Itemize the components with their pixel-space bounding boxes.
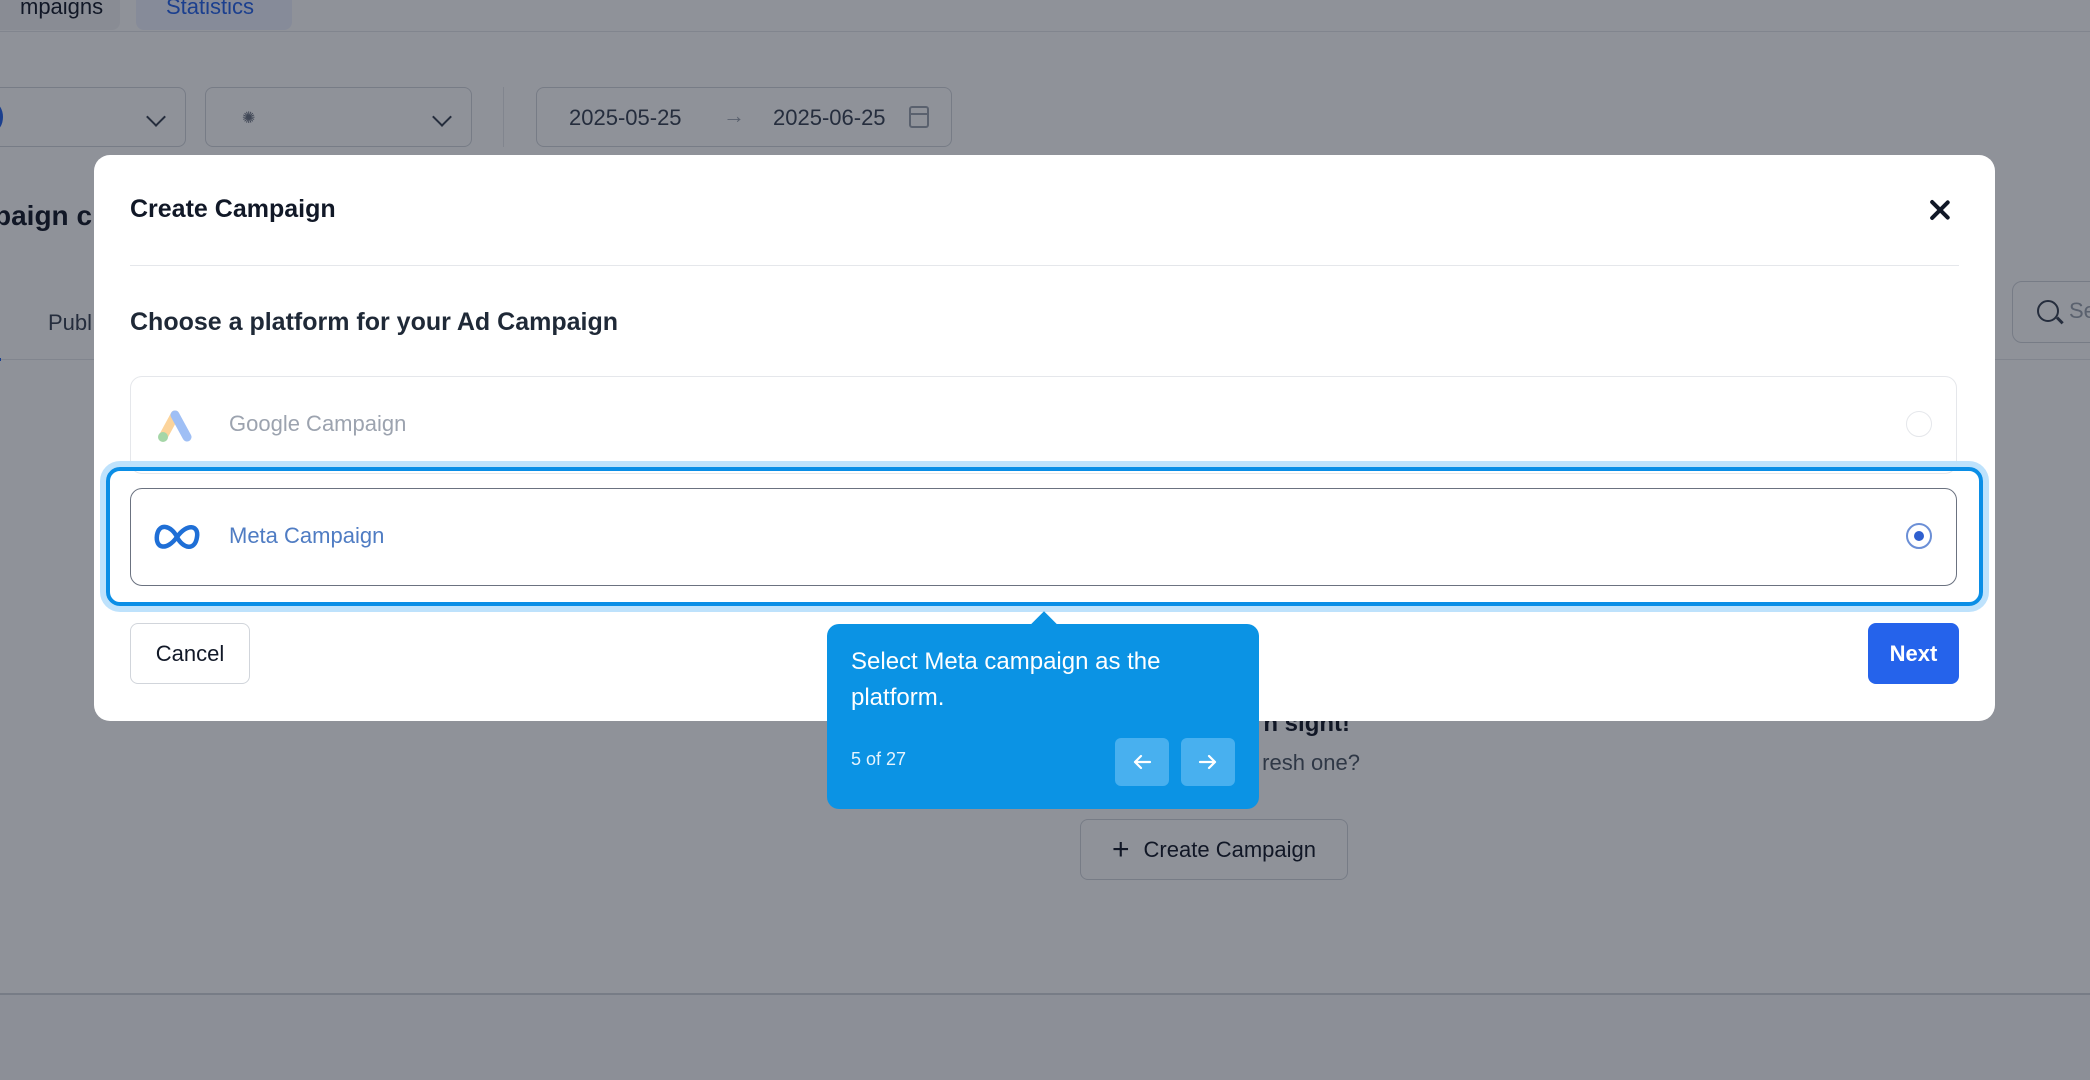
close-icon[interactable] bbox=[1925, 195, 1955, 225]
modal-title: Create Campaign bbox=[130, 195, 336, 223]
tooltip-text: Select Meta campaign as the platform. bbox=[851, 648, 1161, 711]
tour-tooltip: Select Meta campaign as the platform. 5 … bbox=[827, 624, 1259, 809]
google-campaign-label: Google Campaign bbox=[229, 411, 407, 436]
modal-divider bbox=[130, 265, 1959, 266]
cancel-button[interactable]: Cancel bbox=[130, 623, 250, 684]
tour-highlight bbox=[106, 467, 1983, 606]
tooltip-next-button[interactable] bbox=[1181, 738, 1235, 786]
tooltip-prev-button[interactable] bbox=[1115, 738, 1169, 786]
modal-subtitle: Choose a platform for your Ad Campaign bbox=[130, 308, 619, 336]
arrow-left-icon bbox=[1133, 754, 1152, 770]
google-ads-icon bbox=[158, 410, 192, 442]
next-button[interactable]: Next bbox=[1868, 623, 1959, 684]
google-campaign-radio[interactable] bbox=[1906, 411, 1932, 437]
google-campaign-option[interactable]: Google Campaign bbox=[130, 376, 1957, 474]
arrow-right-icon bbox=[1198, 754, 1217, 770]
tooltip-progress: 5 of 27 bbox=[851, 749, 907, 769]
